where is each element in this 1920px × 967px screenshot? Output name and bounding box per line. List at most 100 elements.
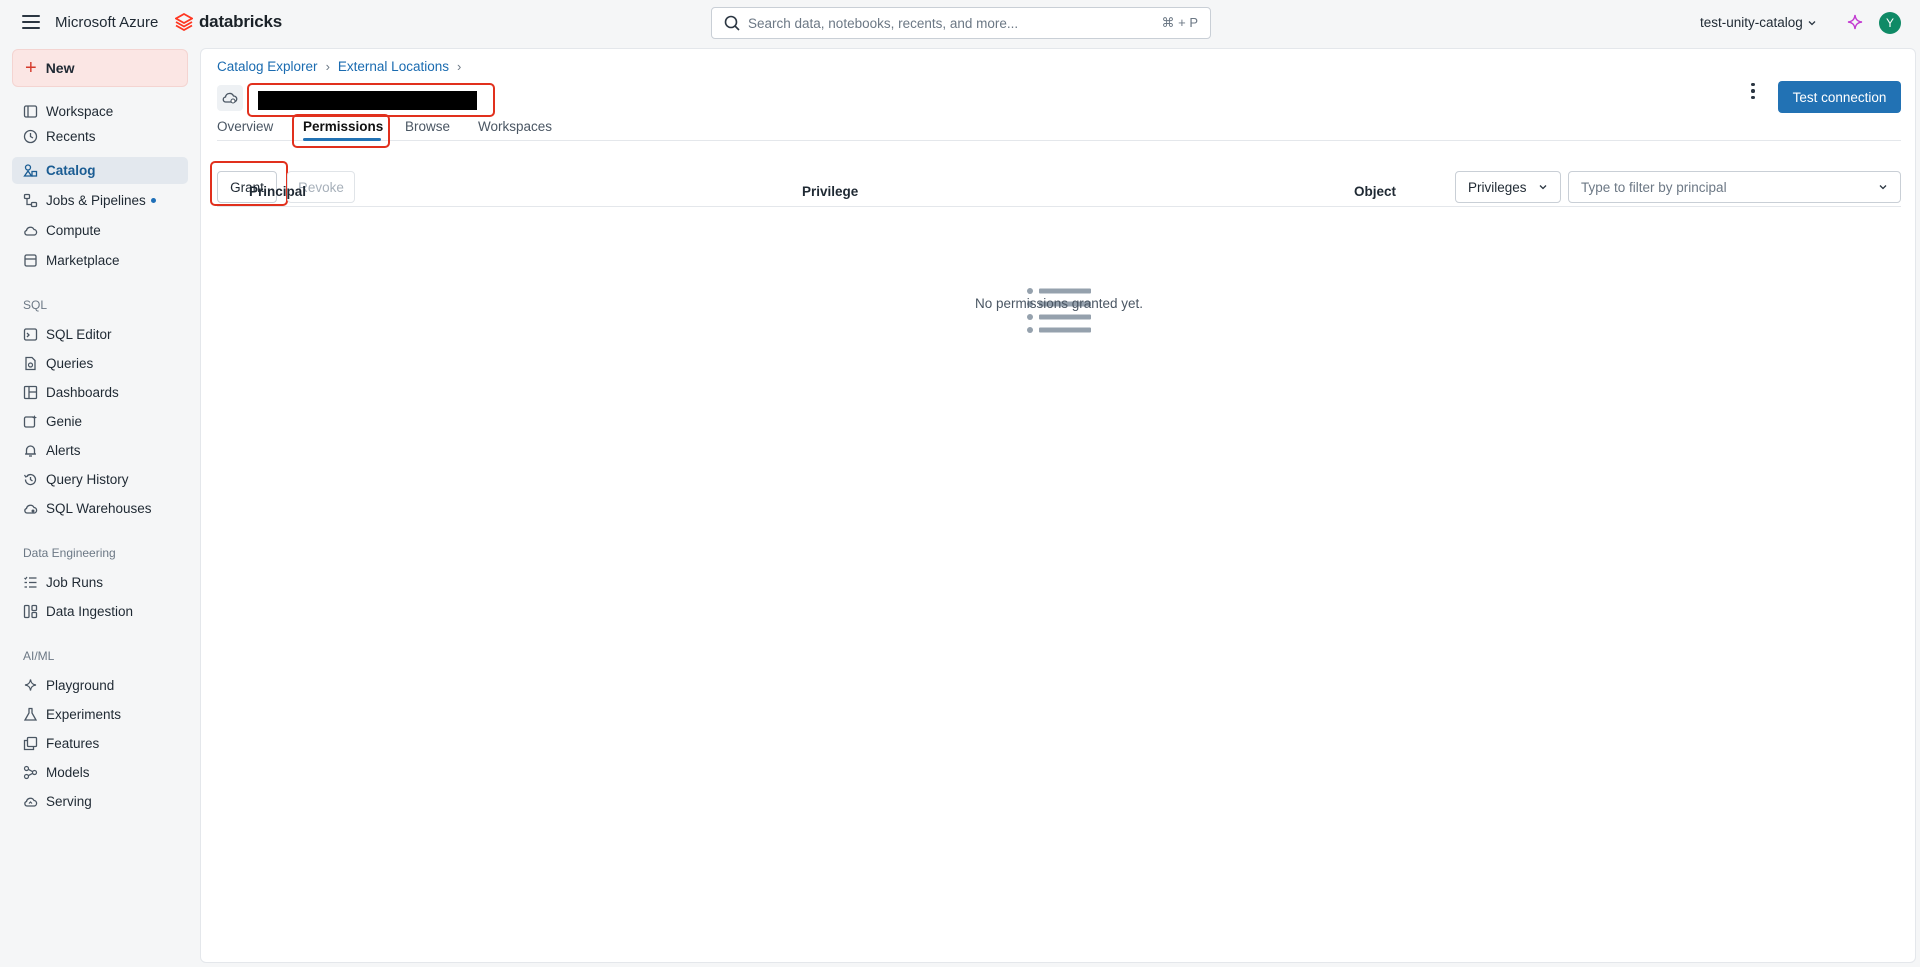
notification-dot <box>150 198 156 203</box>
main-panel: Catalog Explorer › External Locations › … <box>200 48 1916 963</box>
workflow-icon <box>23 193 38 208</box>
tab-overview[interactable]: Overview <box>217 119 273 134</box>
folder-icon <box>23 105 38 118</box>
sidebar-item-label: Serving <box>46 794 92 809</box>
sidebar-item-alerts[interactable]: Alerts <box>12 437 188 464</box>
empty-state-message: No permissions granted yet. <box>974 296 1144 311</box>
sidebar-item-data-ingestion[interactable]: Data Ingestion <box>12 598 188 625</box>
code-window-icon <box>23 328 38 341</box>
chevron-right-icon: › <box>456 59 462 74</box>
search-input[interactable]: Search data, notebooks, recents, and mor… <box>711 7 1211 39</box>
sidebar: + New Workspace Recents Catalog Jobs & P… <box>0 46 198 967</box>
sidebar-item-marketplace[interactable]: Marketplace <box>12 247 188 274</box>
features-icon <box>23 736 38 751</box>
sidebar-item-label: Experiments <box>46 707 122 722</box>
tab-bar: Overview Permissions Browse Workspaces <box>217 111 1901 148</box>
brand-name: databricks <box>199 12 283 31</box>
search-icon <box>724 15 740 31</box>
breadcrumb-catalog-explorer[interactable]: Catalog Explorer <box>217 59 318 74</box>
flask-icon <box>23 707 38 721</box>
sidebar-item-workspace[interactable]: Workspace <box>12 98 188 125</box>
serving-icon <box>24 797 38 807</box>
section-label-ai-ml: AI/ML <box>23 649 55 663</box>
chevron-down-icon <box>1808 20 1816 25</box>
sidebar-item-features[interactable]: Features <box>12 730 188 757</box>
sidebar-item-queries[interactable]: Queries <box>12 350 188 377</box>
sidebar-item-label: SQL Editor <box>46 327 112 342</box>
sidebar-item-jobs-pipelines[interactable]: Jobs & Pipelines <box>12 187 188 214</box>
sidebar-item-label: Workspace <box>46 104 114 119</box>
column-header-privilege: Privilege <box>802 184 859 199</box>
column-header-object: Object <box>1354 184 1397 199</box>
sidebar-item-label: Data Ingestion <box>46 604 134 619</box>
assistant-sparkle-icon[interactable] <box>1847 14 1863 35</box>
workspace-name: test-unity-catalog <box>1700 15 1803 30</box>
plus-icon: + <box>25 57 37 79</box>
store-icon <box>24 254 37 267</box>
sidebar-item-label: SQL Warehouses <box>46 501 152 516</box>
sidebar-item-compute[interactable]: Compute <box>12 217 188 244</box>
warehouse-icon <box>24 504 38 514</box>
workspace-switcher[interactable]: test-unity-catalog <box>1700 15 1817 30</box>
test-connection-button[interactable]: Test connection <box>1778 81 1901 113</box>
sidebar-item-label: Catalog <box>46 163 96 178</box>
databricks-logo-icon <box>175 13 193 31</box>
brand-logo[interactable]: databricks <box>175 12 282 32</box>
search-shortcut: ⌘ + P <box>1161 15 1199 30</box>
list-check-icon <box>24 576 37 588</box>
permissions-table-header: Principal Privilege Object <box>217 179 1901 207</box>
new-button-label: New <box>45 60 75 76</box>
location-name-redacted <box>258 91 477 110</box>
sidebar-item-dashboards[interactable]: Dashboards <box>12 379 188 406</box>
menu-icon[interactable] <box>22 15 40 29</box>
sidebar-item-models[interactable]: Models <box>12 759 188 786</box>
history-icon <box>23 473 37 486</box>
sidebar-item-label: Recents <box>46 129 96 144</box>
breadcrumb-external-locations[interactable]: External Locations <box>338 59 449 74</box>
sidebar-item-label: Alerts <box>46 443 81 458</box>
external-location-icon <box>217 85 243 111</box>
sidebar-item-genie[interactable]: Genie <box>12 408 188 435</box>
sidebar-item-label: Genie <box>46 414 83 429</box>
sparkle-icon <box>24 679 37 691</box>
sidebar-item-label: Playground <box>46 678 115 693</box>
avatar[interactable]: Y <box>1879 12 1901 34</box>
bell-icon <box>25 445 36 457</box>
sidebar-item-label: Jobs & Pipelines <box>46 193 146 208</box>
sidebar-item-experiments[interactable]: Experiments <box>12 701 188 728</box>
new-button[interactable]: + New <box>12 49 188 87</box>
tab-workspaces[interactable]: Workspaces <box>478 119 552 134</box>
section-label-data-engineering: Data Engineering <box>23 546 116 560</box>
genie-icon <box>23 415 37 428</box>
sidebar-item-label: Compute <box>46 223 101 238</box>
search-placeholder: Search data, notebooks, recents, and mor… <box>748 15 1019 31</box>
empty-list-icon <box>1027 288 1091 333</box>
query-file-icon <box>25 356 36 371</box>
cloud-icon <box>24 226 38 236</box>
catalog-icon <box>23 164 38 177</box>
sidebar-item-label: Job Runs <box>46 575 104 590</box>
cloud-label: Microsoft Azure <box>55 14 159 31</box>
clock-icon <box>23 129 38 144</box>
sidebar-item-catalog[interactable]: Catalog <box>12 157 188 184</box>
sidebar-item-label: Marketplace <box>46 253 120 268</box>
active-tab-indicator <box>303 138 381 141</box>
tab-browse[interactable]: Browse <box>405 119 450 134</box>
top-bar: Microsoft Azure databricks Search data, … <box>0 0 1920 46</box>
ingestion-icon <box>23 604 38 619</box>
sidebar-item-recents[interactable]: Recents <box>12 123 188 150</box>
sidebar-item-query-history[interactable]: Query History <box>12 466 188 493</box>
sidebar-item-serving[interactable]: Serving <box>12 788 188 815</box>
sidebar-item-sql-editor[interactable]: SQL Editor <box>12 321 188 348</box>
sidebar-item-label: Features <box>46 736 100 751</box>
sidebar-item-playground[interactable]: Playground <box>12 672 188 699</box>
column-header-principal: Principal <box>249 184 307 199</box>
chevron-right-icon: › <box>325 59 330 74</box>
sidebar-item-job-runs[interactable]: Job Runs <box>12 569 188 596</box>
sidebar-item-label: Queries <box>46 356 94 371</box>
section-label-sql: SQL <box>23 298 48 312</box>
sidebar-item-label: Dashboards <box>46 385 119 400</box>
sidebar-item-sql-warehouses[interactable]: SQL Warehouses <box>12 495 188 522</box>
tab-permissions[interactable]: Permissions <box>303 119 383 134</box>
more-options-icon[interactable] <box>1743 79 1763 103</box>
